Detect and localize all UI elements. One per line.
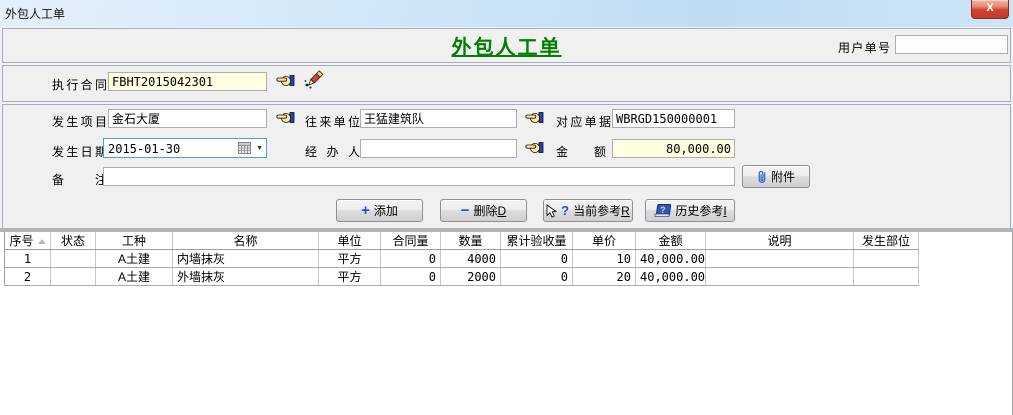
table-cell[interactable]: 0 <box>381 250 441 268</box>
window-titlebar: 外包人工单 X <box>0 0 1013 27</box>
project-lookup-button[interactable] <box>276 110 295 125</box>
date-label: 发生日期 <box>52 143 107 160</box>
cursor-icon <box>546 204 557 218</box>
table-row: 2A土建外墙抹灰平方0200002040,000.00 <box>5 268 919 286</box>
plus-icon: + <box>361 203 370 218</box>
column-header[interactable]: 状态 <box>51 232 96 250</box>
table-cell[interactable] <box>51 268 96 286</box>
amount-input[interactable] <box>612 139 735 158</box>
amount-label: 金额 <box>556 143 606 160</box>
paperclip-icon <box>757 169 767 184</box>
grid-header-row: 序号状态工种名称单位合同量数量累计验收量单价金额说明发生部位 <box>5 232 919 250</box>
column-header[interactable]: 累计验收量 <box>501 232 573 250</box>
attachment-button[interactable]: 附件 <box>742 165 810 188</box>
detail-grid: 序号状态工种名称单位合同量数量累计验收量单价金额说明发生部位 1 A土建内墙抹灰平… <box>4 232 919 286</box>
refdoc-input[interactable] <box>612 109 735 128</box>
table-cell[interactable]: 平方 <box>319 268 381 286</box>
current-reference-button[interactable]: ? 当前参考R <box>543 199 633 222</box>
table-cell[interactable]: 4000 <box>441 250 501 268</box>
handler-input[interactable] <box>360 139 517 158</box>
column-header[interactable]: 工种 <box>96 232 173 250</box>
date-input[interactable]: 2015-01-30 ▼ <box>103 138 267 158</box>
user-order-input[interactable] <box>895 35 1008 54</box>
column-header[interactable]: 合同量 <box>381 232 441 250</box>
contract-label: 执行合同 <box>52 76 107 93</box>
add-button[interactable]: + 添加 <box>336 199 423 222</box>
refdoc-label: 对应单据 <box>556 113 611 130</box>
window-title: 外包人工单 <box>5 5 65 22</box>
column-header[interactable]: 金额 <box>636 232 706 250</box>
delete-button[interactable]: − 删除D <box>440 199 527 222</box>
table-cell[interactable]: 2 <box>5 268 51 286</box>
pointing-hand-icon <box>276 73 295 88</box>
remark-input[interactable] <box>103 167 735 186</box>
table-cell[interactable]: 10 <box>573 250 636 268</box>
column-header[interactable]: 序号 <box>5 232 51 250</box>
pointing-hand-icon <box>525 110 544 125</box>
date-value: 2015-01-30 <box>108 142 180 156</box>
table-cell[interactable]: A土建 <box>96 250 173 268</box>
column-header[interactable]: 发生部位 <box>854 232 919 250</box>
calendar-icon[interactable] <box>238 142 251 154</box>
pointing-hand-icon <box>525 140 544 155</box>
close-button[interactable]: X <box>971 0 1009 19</box>
detail-grid-area: 序号状态工种名称单位合同量数量累计验收量单价金额说明发生部位 1 A土建内墙抹灰平… <box>0 228 1013 415</box>
table-cell[interactable] <box>51 250 96 268</box>
table-cell[interactable]: 2000 <box>441 268 501 286</box>
column-header[interactable]: 说明 <box>706 232 854 250</box>
table-cell[interactable]: 0 <box>501 250 573 268</box>
project-input[interactable] <box>108 109 267 128</box>
counterparty-input[interactable] <box>360 109 517 128</box>
outsourced-labor-order-window: 外包人工单 X 外包人工单 用户单号 执行合同 发生项 <box>0 0 1013 415</box>
column-header[interactable]: 单位 <box>319 232 381 250</box>
svg-text:?: ? <box>660 205 666 215</box>
table-cell[interactable]: 平方 <box>319 250 381 268</box>
table-cell[interactable] <box>854 250 919 268</box>
column-header[interactable]: 名称 <box>173 232 319 250</box>
table-cell[interactable]: 1 <box>5 250 51 268</box>
table-row: 1A土建内墙抹灰平方0400001040,000.00 <box>5 250 919 268</box>
table-cell[interactable]: A土建 <box>96 268 173 286</box>
table-cell[interactable] <box>706 250 854 268</box>
minus-icon: − <box>461 203 470 218</box>
dropdown-arrow-icon[interactable]: ▼ <box>256 145 263 152</box>
pointing-hand-icon <box>276 110 295 125</box>
table-cell[interactable]: 0 <box>501 268 573 286</box>
table-cell[interactable]: 0 <box>381 268 441 286</box>
contract-edit-button[interactable] <box>303 68 325 90</box>
contract-input[interactable] <box>108 72 267 91</box>
table-cell[interactable]: 40,000.00 <box>636 268 706 286</box>
book-icon: ? <box>653 203 671 218</box>
question-icon: ? <box>561 204 569 217</box>
table-cell[interactable] <box>706 268 854 286</box>
column-header[interactable]: 单价 <box>573 232 636 250</box>
table-cell[interactable]: 外墙抹灰 <box>173 268 319 286</box>
user-order-label: 用户单号 <box>838 39 890 56</box>
table-cell[interactable]: 40,000.00 <box>636 250 706 268</box>
history-reference-button[interactable]: ? 历史参考I <box>645 199 735 222</box>
counterparty-lookup-button[interactable] <box>525 110 544 125</box>
edit-pencil-icon <box>303 68 325 90</box>
sort-ascending-icon <box>38 239 46 244</box>
column-header[interactable]: 数量 <box>441 232 501 250</box>
table-cell[interactable]: 20 <box>573 268 636 286</box>
counterparty-label: 往来单位 <box>305 113 360 130</box>
table-cell[interactable] <box>854 268 919 286</box>
project-label: 发生项目 <box>52 113 107 130</box>
contract-lookup-button[interactable] <box>276 73 295 88</box>
handler-label: 经办人 <box>305 143 360 160</box>
attachment-label: 附件 <box>771 168 795 185</box>
handler-lookup-button[interactable] <box>525 140 544 155</box>
close-icon: X <box>986 2 993 14</box>
table-cell[interactable]: 内墙抹灰 <box>173 250 319 268</box>
remark-label: 备注 <box>52 171 107 188</box>
